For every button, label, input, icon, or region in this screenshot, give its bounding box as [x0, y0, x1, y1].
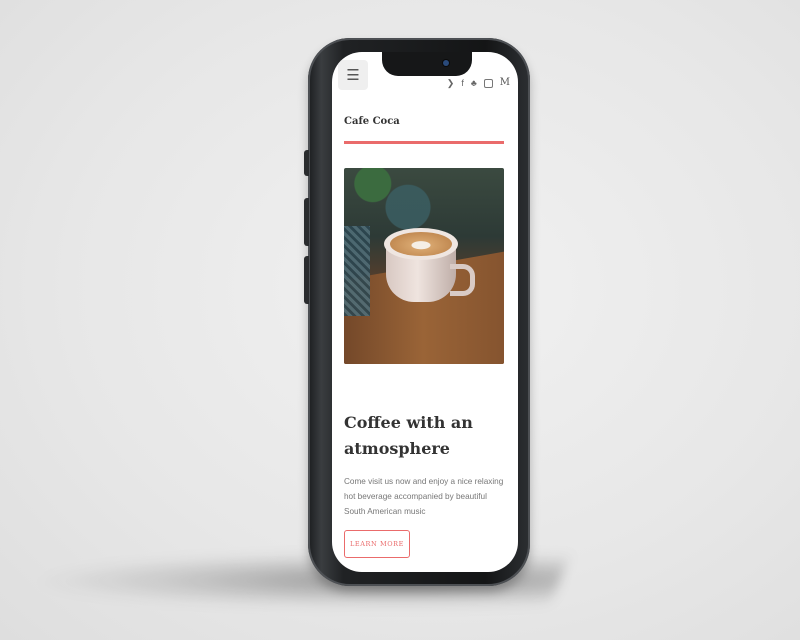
- camera-icon: [443, 60, 449, 66]
- facebook-icon[interactable]: f: [461, 78, 464, 88]
- brand-divider: [344, 141, 504, 144]
- latte-art: [390, 232, 452, 256]
- phone-silent-switch: [304, 150, 309, 176]
- hamburger-menu-button[interactable]: ☰: [338, 60, 368, 90]
- hero-image: [344, 168, 504, 364]
- phone-volume-up: [304, 198, 309, 246]
- twitter-icon[interactable]: ❯: [447, 78, 455, 88]
- hamburger-icon: ☰: [346, 66, 360, 84]
- phone-notch: [382, 52, 472, 76]
- snapchat-icon[interactable]: ♣: [471, 78, 477, 88]
- phone-screen: ☰ ❯ f ♣ M Cafe Coca Coffee with an atmos…: [332, 52, 518, 572]
- learn-more-button[interactable]: LEARN MORE: [344, 530, 410, 558]
- hero-headline: Coffee with an atmosphere: [344, 413, 473, 458]
- phone-mockup: ☰ ❯ f ♣ M Cafe Coca Coffee with an atmos…: [304, 38, 530, 586]
- medium-icon[interactable]: M: [500, 78, 510, 88]
- instagram-icon[interactable]: [483, 78, 493, 88]
- social-links: ❯ f ♣ M: [447, 78, 510, 88]
- hero-description: Come visit us now and enjoy a nice relax…: [344, 477, 504, 516]
- cup-handle: [450, 264, 475, 296]
- site-brand[interactable]: Cafe Coca: [344, 116, 400, 127]
- fabric-pattern: [344, 226, 370, 316]
- phone-volume-down: [304, 256, 309, 304]
